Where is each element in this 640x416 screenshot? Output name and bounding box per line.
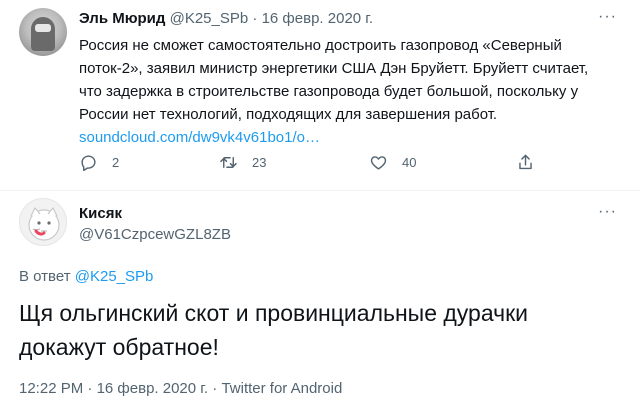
heart-icon [370, 156, 387, 170]
author-handle[interactable]: @K25_SPb [170, 10, 249, 27]
retweet-icon [220, 157, 237, 168]
retweet-button[interactable]: 23 [219, 153, 266, 172]
reply-context: В ответ @K25_SPb [19, 268, 153, 285]
retweet-count: 23 [252, 155, 267, 170]
meta-separator-2: · [212, 380, 218, 397]
like-button[interactable]: 40 [369, 153, 416, 172]
tweet-date[interactable]: 16 февр. 2020 г. [262, 10, 374, 27]
tweet-metadata: 12:22 PM · 16 февр. 2020 г. · Twitter fo… [19, 380, 342, 397]
reply-button[interactable]: 2 [79, 153, 119, 172]
tweet-source: Twitter for Android [221, 380, 343, 397]
tweet-text: Россия не сможет самостоятельно достроит… [79, 34, 599, 149]
tweet-divider [0, 190, 640, 191]
avatar-figure [31, 17, 55, 51]
share-icon [519, 154, 532, 170]
reply-prefix: В ответ [19, 268, 71, 285]
header-separator: · [252, 10, 258, 27]
tweet-full-date[interactable]: 16 февр. 2020 г. [97, 380, 209, 397]
tweet-header: Эль Мюрид @K25_SPb · 16 февр. 2020 г. [79, 10, 373, 27]
like-count: 40 [402, 155, 417, 170]
reply-author-avatar[interactable] [19, 198, 67, 246]
reply-icon [81, 155, 96, 172]
reply-author-name[interactable]: Кисяк [79, 205, 122, 222]
reply-author-handle[interactable]: @V61CzpcewGZL8ZB [79, 226, 231, 243]
cat-avatar-icon [28, 207, 60, 241]
meta-separator-1: · [87, 380, 93, 397]
reply-tweet-text: Щя ольгинский скот и провинциальные дура… [19, 300, 529, 360]
tweet-time[interactable]: 12:22 PM [19, 380, 83, 397]
reply-count: 2 [112, 155, 120, 170]
tweet-original[interactable]: Эль Мюрид @K25_SPb · 16 февр. 2020 г. ··… [0, 0, 640, 190]
reply-to-handle[interactable]: @K25_SPb [75, 268, 154, 285]
avatar-mask [35, 24, 51, 32]
author-avatar[interactable] [19, 8, 67, 56]
tweet-actions: 2 23 40 [79, 153, 549, 175]
share-button[interactable] [516, 153, 549, 172]
more-options-icon[interactable]: ··· [598, 9, 617, 25]
author-name[interactable]: Эль Мюрид [79, 10, 165, 27]
tweet-link[interactable]: soundcloud.com/dw9vk4v61bo1/o… [79, 129, 320, 146]
tweet-body: Россия не сможет самостоятельно достроит… [79, 37, 589, 123]
reply-more-options-icon[interactable]: ··· [598, 204, 617, 220]
